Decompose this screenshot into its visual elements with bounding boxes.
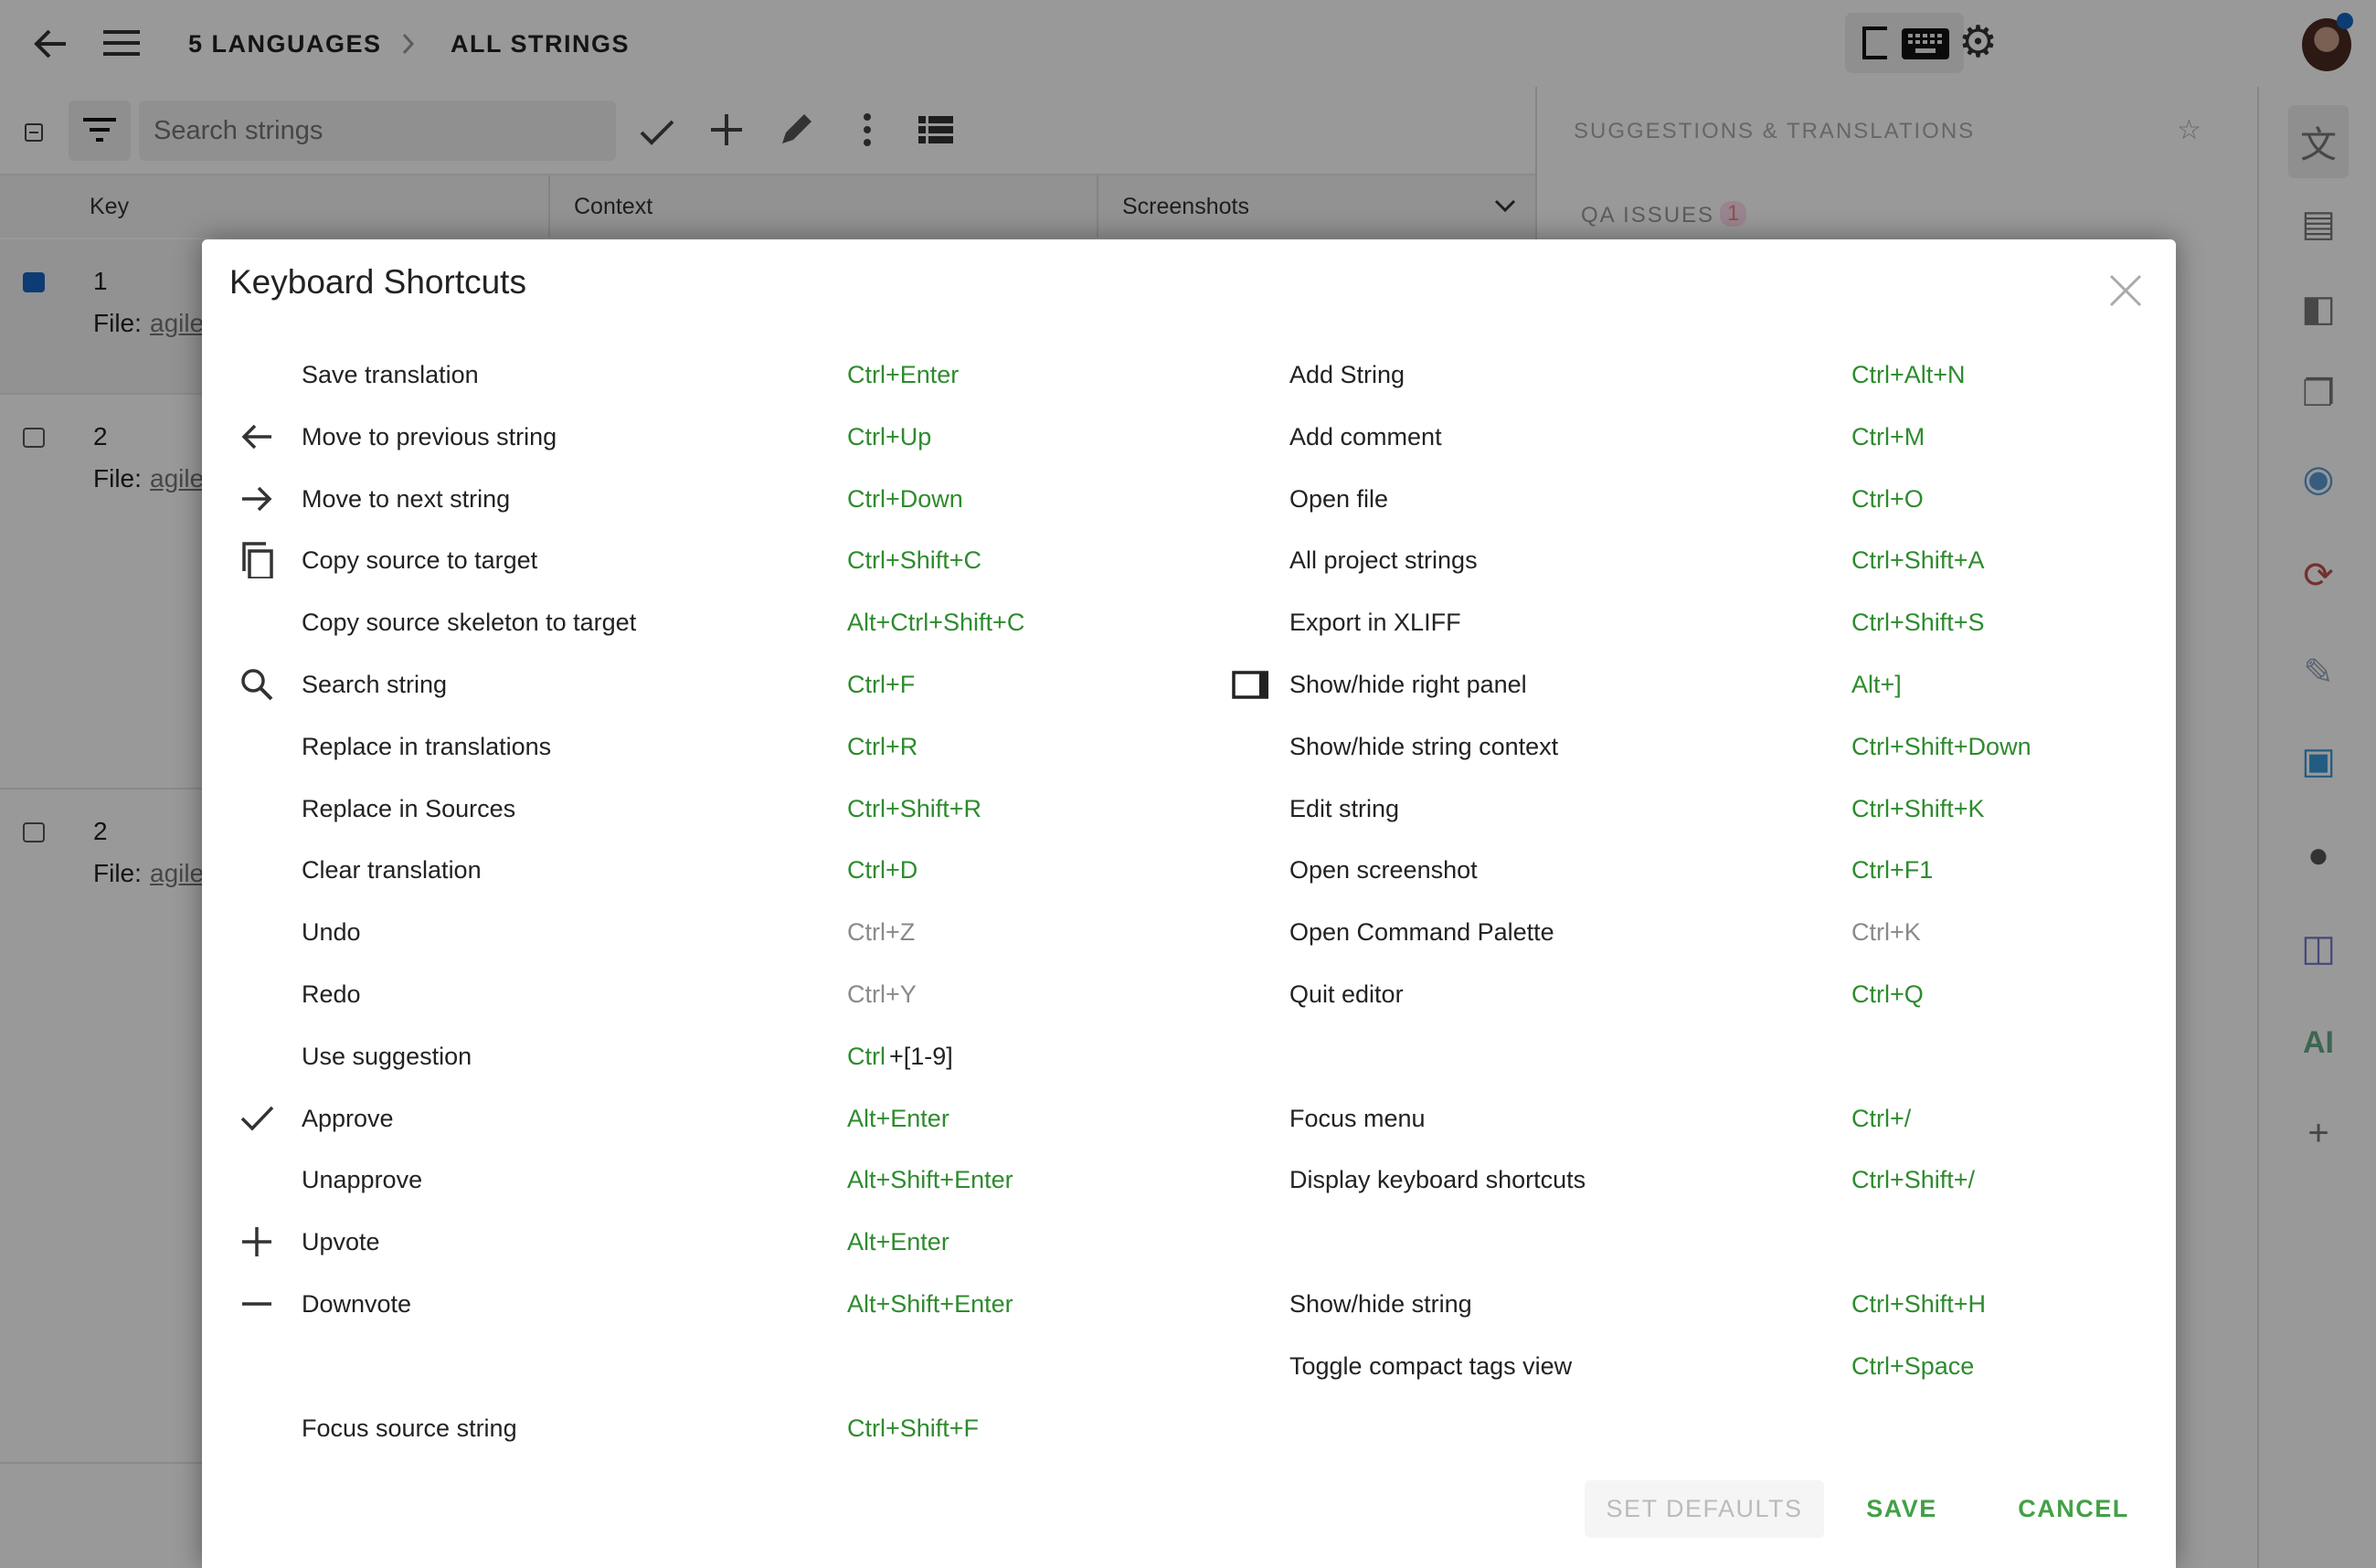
save-button[interactable]: SAVE <box>1856 1480 1947 1538</box>
shortcut-key-text: Ctrl+Space <box>1851 1351 1975 1380</box>
shortcut-row: Toggle compact tags view Ctrl+Space <box>202 1343 2176 1389</box>
shortcut-key[interactable]: Ctrl+K <box>1851 909 1921 955</box>
shortcut-key[interactable]: Ctrl+Alt+N <box>1851 352 1966 397</box>
shortcut-label: Toggle compact tags view <box>1289 1351 1573 1380</box>
shortcut-key[interactable]: Ctrl+Shift+H <box>1851 1281 1986 1327</box>
shortcut-label: Open screenshot <box>1289 856 1478 885</box>
shortcut-key[interactable]: Ctrl+Shift+K <box>1851 786 1985 832</box>
shortcut-label: Show/hide string <box>1289 1290 1472 1318</box>
shortcut-key-text: Ctrl+O <box>1851 484 1924 513</box>
shortcut-key[interactable]: Ctrl+/ <box>1851 1096 1911 1141</box>
shortcut-row: Open screenshot Ctrl+F1 <box>202 847 2176 893</box>
set-defaults-button[interactable]: SET DEFAULTS <box>1585 1480 1824 1538</box>
shortcut-key-text: Ctrl+K <box>1851 918 1921 947</box>
shortcut-label: Use suggestion <box>302 1042 472 1070</box>
shortcut-row: Display keyboard shortcuts Ctrl+Shift+/ <box>202 1157 2176 1202</box>
shortcut-label: Upvote <box>302 1228 380 1256</box>
shortcut-key-text: Ctrl+Q <box>1851 980 1924 1008</box>
shortcut-key-text: Ctrl+Shift+A <box>1851 546 1985 575</box>
shortcut-key-text: Ctrl+Shift+/ <box>1851 1166 1976 1194</box>
shortcut-key-text: Ctrl+/ <box>1851 1104 1912 1132</box>
plus-icon <box>242 1227 271 1257</box>
shortcut-key[interactable]: Ctrl+Shift+S <box>1851 599 1985 645</box>
shortcut-key[interactable]: Ctrl+Space <box>1851 1343 1974 1389</box>
shortcut-label: Display keyboard shortcuts <box>1289 1166 1586 1194</box>
shortcut-row: Show/hide string Ctrl+Shift+H <box>202 1281 2176 1327</box>
shortcut-row: Show/hide string context Ctrl+Shift+Down <box>202 724 2176 769</box>
shortcut-key-text: Ctrl+F1 <box>1851 856 1934 885</box>
shortcut-row: Edit string Ctrl+Shift+K <box>202 786 2176 832</box>
right-panel-icon <box>1232 671 1268 699</box>
shortcut-label: Edit string <box>1289 794 1400 822</box>
dialog-title: Keyboard Shortcuts <box>229 263 526 301</box>
shortcut-key-text: Ctrl+Shift+H <box>1851 1290 1987 1318</box>
shortcut-row: Quit editor Ctrl+Q <box>202 971 2176 1017</box>
shortcut-key-text: Alt+Enter <box>847 1228 949 1256</box>
shortcut-key[interactable]: Ctrl+Shift+Down <box>1851 724 2031 769</box>
shortcut-key[interactable]: Ctrl+Shift+A <box>1851 537 1985 583</box>
shortcut-row: Export in XLIFF Ctrl+Shift+S <box>202 599 2176 645</box>
shortcut-row: Add comment Ctrl+M <box>202 414 2176 460</box>
shortcut-key[interactable]: Alt+Enter <box>847 1219 949 1265</box>
shortcut-key-text: Ctrl+Alt+N <box>1851 361 1966 388</box>
shortcut-key-text: Ctrl+Shift+F <box>847 1414 980 1442</box>
shortcut-row: Upvote Alt+Enter <box>202 1219 2176 1265</box>
shortcut-label: Open file <box>1289 484 1389 513</box>
shortcut-row: Focus menu Ctrl+/ <box>202 1096 2176 1141</box>
shortcut-key[interactable]: Ctrl+O <box>1851 476 1924 522</box>
shortcut-row: Use suggestion Ctrl +[1-9] <box>202 1033 2176 1079</box>
shortcut-key[interactable]: Ctrl+Shift+F <box>847 1405 979 1451</box>
shortcut-key-text: Ctrl+Shift+K <box>1851 794 1985 822</box>
shortcut-key-text: Ctrl <box>847 1042 886 1070</box>
cancel-button[interactable]: CANCEL <box>2010 1480 2137 1538</box>
shortcut-label: Focus menu <box>1289 1104 1426 1132</box>
shortcut-key[interactable]: Alt+] <box>1851 662 1902 707</box>
close-icon[interactable] <box>2107 272 2144 309</box>
shortcut-key[interactable]: Ctrl+Shift+/ <box>1851 1157 1975 1202</box>
shortcut-label: Export in XLIFF <box>1289 609 1461 637</box>
shortcut-row: Add String Ctrl+Alt+N <box>202 352 2176 397</box>
shortcut-label: Quit editor <box>1289 980 1404 1008</box>
shortcut-key[interactable]: Ctrl+Q <box>1851 971 1924 1017</box>
shortcut-row: Open Command Palette Ctrl+K <box>202 909 2176 955</box>
shortcut-key-text: Ctrl+M <box>1851 422 1925 450</box>
shortcut-key[interactable]: Ctrl +[1-9] <box>847 1033 953 1079</box>
shortcut-label: Add comment <box>1289 422 1442 450</box>
shortcut-label: All project strings <box>1289 546 1478 575</box>
shortcut-label: Focus source string <box>302 1414 517 1442</box>
shortcut-row: Open file Ctrl+O <box>202 476 2176 522</box>
shortcut-key-suffix: +[1-9] <box>889 1042 953 1070</box>
shortcut-key-text: Ctrl+Shift+Down <box>1851 732 2031 760</box>
shortcut-label: Add String <box>1289 361 1405 388</box>
shortcut-row: All project strings Ctrl+Shift+A <box>202 537 2176 583</box>
shortcut-key[interactable]: Ctrl+F1 <box>1851 847 1933 893</box>
shortcut-key[interactable]: Ctrl+M <box>1851 414 1925 460</box>
shortcut-row: Show/hide right panel Alt+] <box>202 662 2176 707</box>
shortcut-label: Show/hide right panel <box>1289 671 1527 698</box>
shortcut-label: Show/hide string context <box>1289 732 1559 760</box>
shortcut-label: Open Command Palette <box>1289 918 1554 947</box>
shortcut-row: Focus source string Ctrl+Shift+F <box>202 1405 2176 1451</box>
keyboard-shortcuts-dialog: Keyboard Shortcuts Save translation Ctrl+… <box>202 239 2176 1568</box>
shortcut-key-text: Alt+] <box>1851 671 1902 698</box>
shortcut-key-text: Ctrl+Shift+S <box>1851 609 1985 637</box>
